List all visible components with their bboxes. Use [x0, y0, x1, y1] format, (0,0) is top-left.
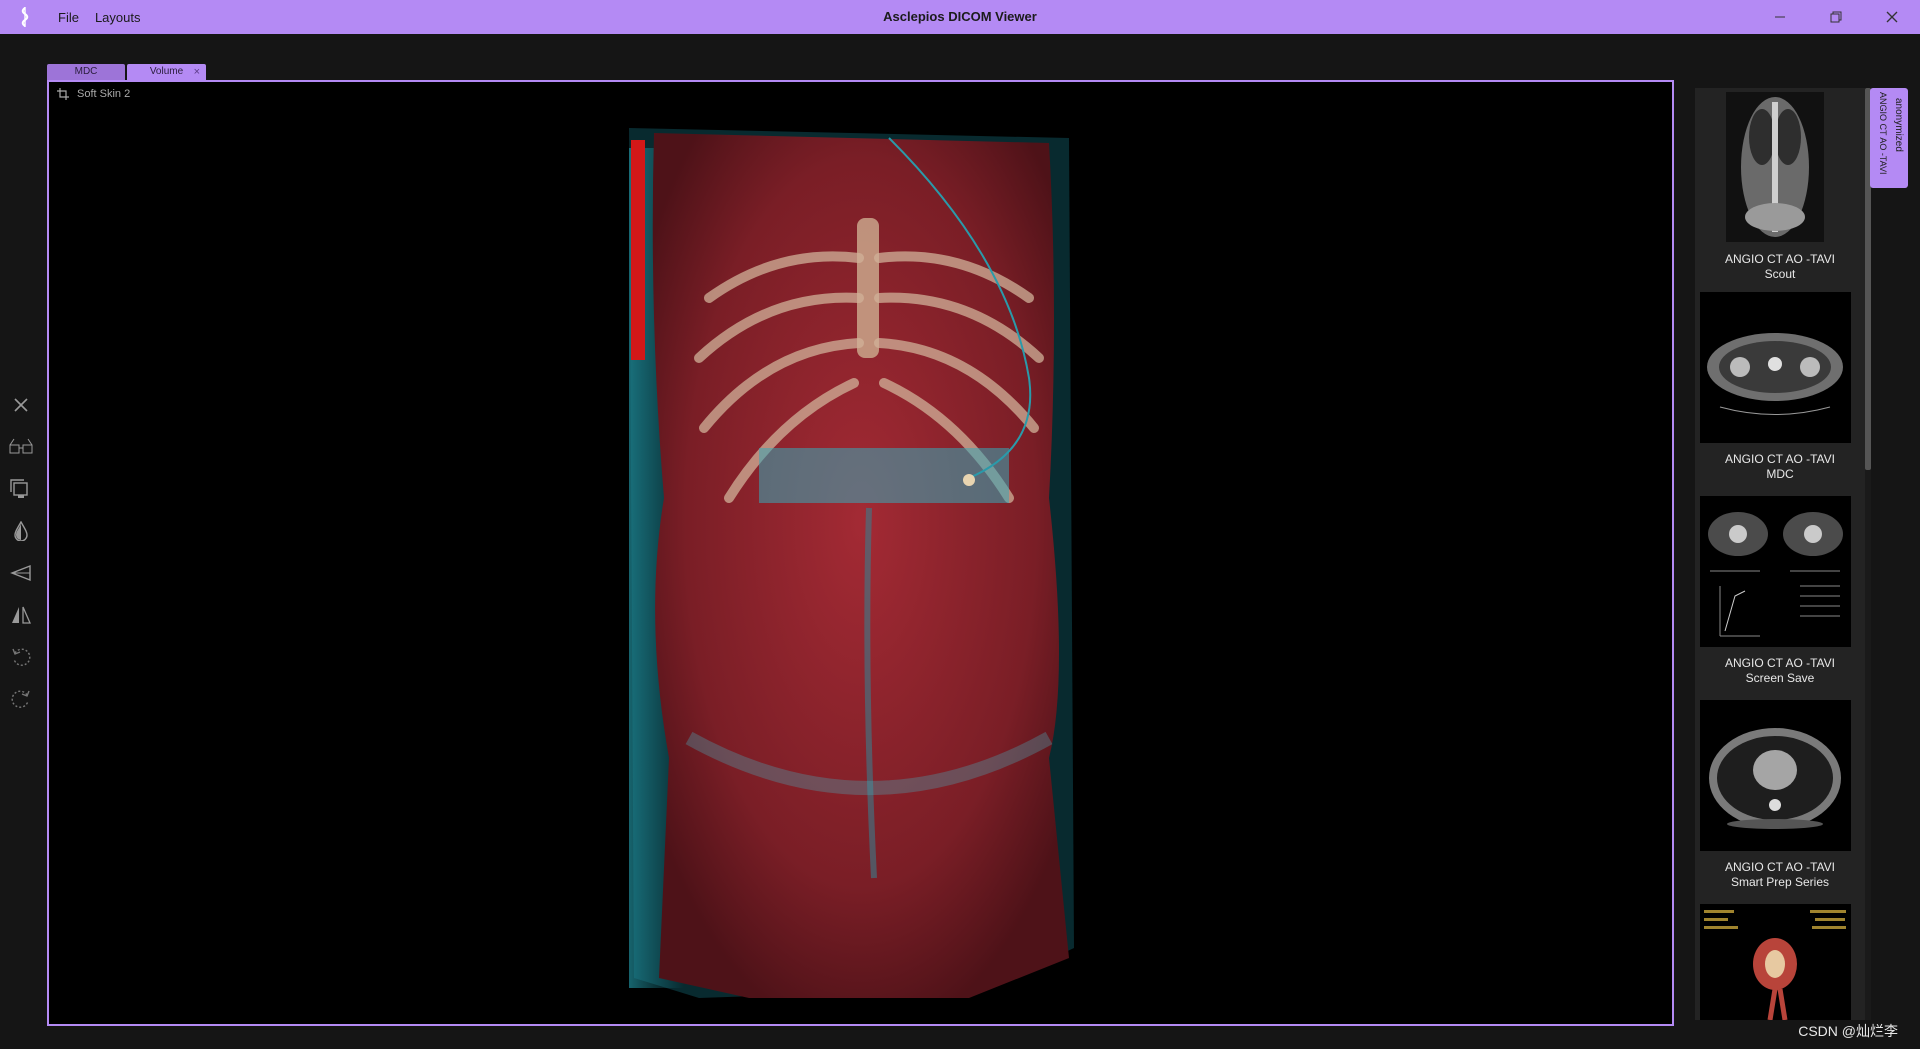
series-study: ANGIO CT AO -TAVI [1724, 656, 1835, 670]
patient-tab[interactable]: anonymized ANGIO CT AO -TAVI [1870, 88, 1908, 188]
series-study: ANGIO CT AO -TAVI [1724, 860, 1835, 874]
menu-file[interactable]: File [50, 10, 87, 25]
close-icon [14, 398, 28, 412]
series-label: ANGIO CT AO -TAVI Screen Save [1695, 656, 1865, 686]
window-title: Asclepios DICOM Viewer [883, 9, 1037, 24]
rotate-left-icon [12, 648, 31, 666]
tool-close-button[interactable] [6, 390, 36, 420]
series-study: ANGIO CT AO -TAVI [1724, 252, 1835, 266]
tool-flip-button[interactable] [6, 600, 36, 630]
series-study: ANGIO CT AO -TAVI [1724, 452, 1835, 466]
tool-rotate-right-button[interactable] [6, 684, 36, 714]
series-card-mdc[interactable]: ANGIO CT AO -TAVI MDC [1695, 292, 1865, 492]
tool-stereo-button[interactable] [6, 432, 36, 462]
series-panel: ANGIO CT AO -TAVI Scout ANGIO CT AO -TAV… [1695, 88, 1865, 1020]
title-bar: File Layouts Asclepios DICOM Viewer [0, 0, 1920, 34]
minimize-icon [1775, 16, 1785, 18]
series-card-3d[interactable] [1695, 904, 1865, 1020]
tool-cutplane-button[interactable] [6, 558, 36, 588]
series-name: MDC [1766, 467, 1794, 481]
series-label: ANGIO CT AO -TAVI Smart Prep Series [1695, 860, 1865, 890]
stereo-glasses-icon [9, 438, 33, 454]
series-scrollbar[interactable] [1865, 88, 1871, 1020]
watermark: CSDN @灿烂李 [1798, 1023, 1898, 1039]
series-name: Smart Prep Series [1730, 875, 1830, 889]
series-thumbnail [1726, 92, 1824, 242]
flip-icon [12, 606, 31, 624]
series-label: ANGIO CT AO -TAVI MDC [1695, 452, 1865, 482]
series-name: Screen Save [1745, 671, 1815, 685]
series-thumbnail [1700, 496, 1851, 647]
menu-bar: File Layouts [50, 0, 149, 34]
series-label: ANGIO CT AO -TAVI Scout [1695, 252, 1865, 282]
tool-rotate-left-button[interactable] [6, 642, 36, 672]
patient-study: ANGIO CT AO -TAVI [1878, 92, 1888, 175]
series-name: Scout [1764, 267, 1796, 281]
series-thumbnail [1700, 904, 1851, 1020]
tab-mdc-label: MDC [74, 66, 98, 77]
menu-layouts[interactable]: Layouts [87, 10, 149, 25]
tool-opacity-button[interactable] [6, 516, 36, 546]
series-thumbnail [1700, 292, 1851, 443]
volume-render-image [629, 128, 1074, 998]
tab-volume-label: Volume [149, 66, 184, 77]
series-card-scout[interactable]: ANGIO CT AO -TAVI Scout [1695, 88, 1865, 288]
restore-button[interactable] [1808, 0, 1864, 34]
series-card-smart-prep[interactable]: ANGIO CT AO -TAVI Smart Prep Series [1695, 700, 1865, 900]
tab-mdc[interactable]: MDC [47, 64, 125, 80]
copy-layers-icon [10, 479, 28, 498]
close-icon [1886, 11, 1898, 23]
minimize-button[interactable] [1752, 0, 1808, 34]
patient-name: anonymized [1893, 98, 1904, 152]
tab-close-icon[interactable]: × [194, 64, 200, 80]
tab-volume[interactable]: Volume × [127, 64, 206, 80]
close-button[interactable] [1864, 0, 1920, 34]
window-controls [1752, 0, 1920, 34]
restore-icon [1830, 11, 1842, 23]
cut-plane-icon [10, 564, 31, 582]
left-toolbar [6, 390, 36, 726]
rotate-right-icon [11, 690, 30, 708]
series-card-screen-save[interactable]: ANGIO CT AO -TAVI Screen Save [1695, 496, 1865, 696]
app-logo-icon [21, 7, 29, 27]
opacity-drop-icon [14, 521, 28, 541]
series-thumbnail [1700, 700, 1851, 851]
tool-layers-button[interactable] [6, 474, 36, 504]
preset-indicator: Soft Skin 2 [57, 88, 130, 100]
volume-viewport[interactable]: Soft Skin 2 [47, 80, 1674, 1026]
preset-label: Soft Skin 2 [77, 88, 131, 100]
crop-icon[interactable] [57, 88, 69, 100]
